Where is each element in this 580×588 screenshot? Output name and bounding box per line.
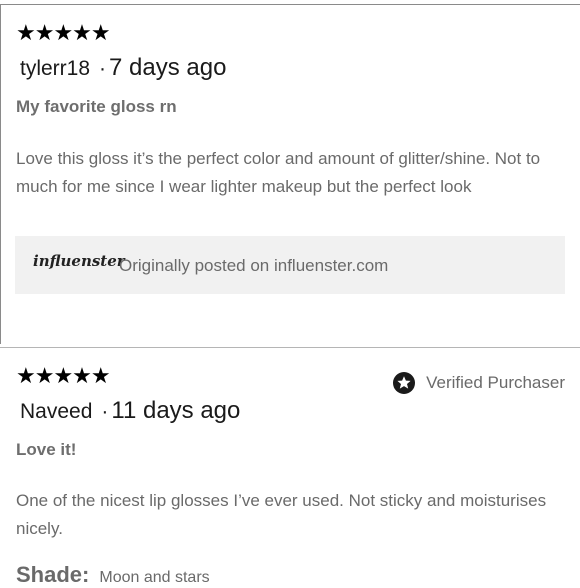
star-rating: ★★★★★: [16, 363, 111, 388]
review-title: Love it!: [16, 440, 77, 459]
verified-purchaser-label: Verified Purchaser: [426, 373, 565, 392]
separator-dot: ·: [99, 57, 107, 80]
separator-dot: ·: [101, 400, 109, 423]
syndication-source-box: influenster Originally posted on influen…: [15, 236, 565, 294]
shade-value: Moon and stars: [99, 569, 210, 586]
review-body: One of the nicest lip glosses I’ve ever …: [16, 491, 547, 538]
review-card: ★★★★★ tylerr18 · 7 days ago My favorite gl…: [0, 0, 580, 346]
review-date: 7 days ago: [109, 54, 227, 81]
verified-star-icon: [393, 372, 416, 394]
review-author[interactable]: tylerr18: [20, 57, 90, 80]
shade-info: Shade: Moon and stars: [16, 562, 210, 588]
shade-label: Shade:: [16, 562, 90, 587]
verified-purchaser-badge: Verified Purchaser: [392, 371, 565, 395]
influenster-logo: influenster: [33, 252, 125, 270]
review-card: ★★★★★ Verified Purchaser Naveed · 11 days …: [0, 348, 580, 588]
review-title: My favorite gloss rn: [16, 97, 177, 116]
syndication-source-text[interactable]: Originally posted on influenster.com: [119, 256, 388, 276]
review-author[interactable]: Naveed: [20, 400, 92, 423]
review-body: Love this gloss it’s the perfect color a…: [16, 149, 541, 196]
review-author-line: tylerr18 · 7 days ago: [20, 54, 226, 82]
review-date: 11 days ago: [111, 397, 241, 424]
star-rating: ★★★★★: [16, 20, 111, 45]
review-author-line: Naveed · 11 days ago: [20, 397, 240, 425]
